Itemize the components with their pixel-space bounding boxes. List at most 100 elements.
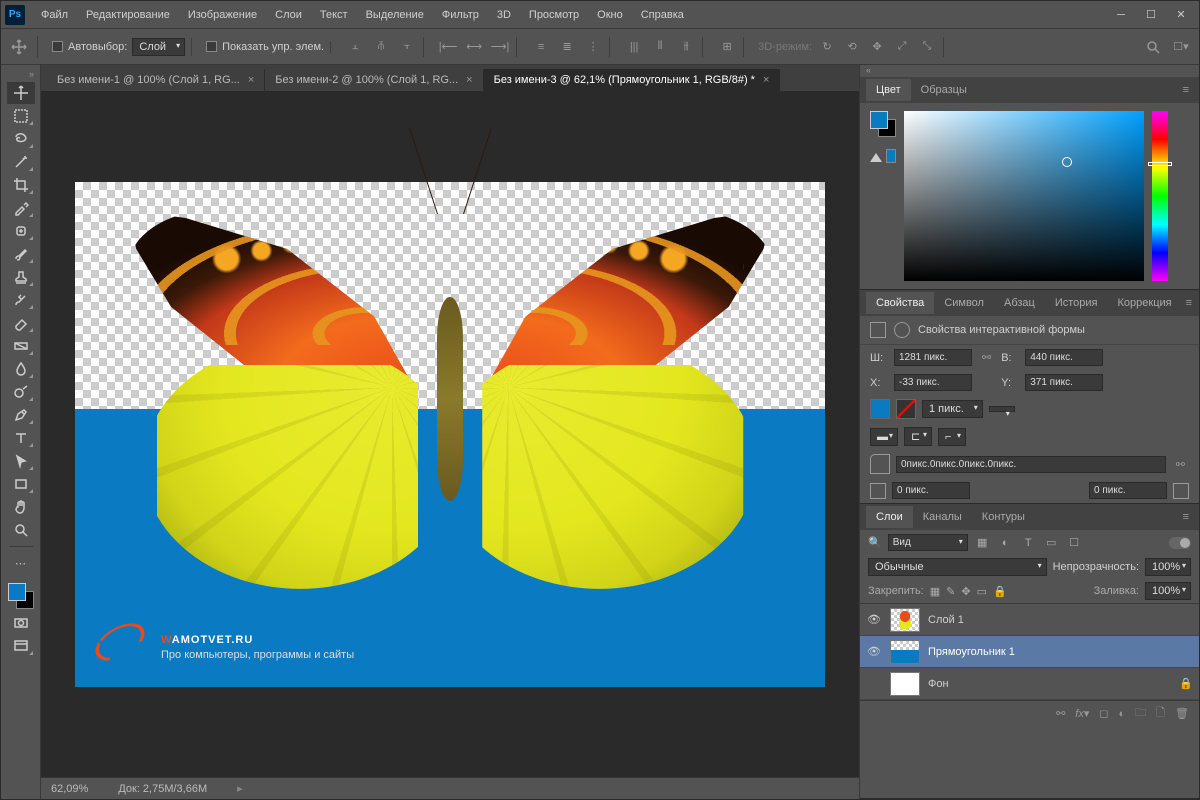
panel-tab[interactable]: Каналы xyxy=(913,506,972,528)
blend-mode-dropdown[interactable]: Обычные xyxy=(868,558,1047,576)
panel-tab[interactable]: Образцы xyxy=(911,79,977,101)
hand-tool[interactable] xyxy=(7,496,35,518)
hue-slider[interactable] xyxy=(1152,111,1168,281)
quick-mask-icon[interactable] xyxy=(7,612,35,634)
panel-tab[interactable]: Цвет xyxy=(866,79,911,101)
auto-select-checkbox[interactable] xyxy=(52,41,63,52)
type-tool[interactable] xyxy=(7,427,35,449)
layers-panel-menu-icon[interactable]: ≡ xyxy=(1179,511,1193,523)
close-tab-icon[interactable]: × xyxy=(466,74,472,86)
brush-tool[interactable] xyxy=(7,243,35,265)
status-doc-size[interactable]: Док: 2,75M/3,66M xyxy=(118,783,207,795)
path-select-tool[interactable] xyxy=(7,450,35,472)
stroke-caps-dropdown[interactable]: ⊏ xyxy=(904,427,932,446)
lock-position-icon[interactable]: ✥ xyxy=(961,585,970,598)
color-panel-menu-icon[interactable]: ≡ xyxy=(1179,84,1193,96)
rectangle-tool[interactable] xyxy=(7,473,35,495)
corner-tl-input[interactable] xyxy=(892,482,970,499)
lock-pixels-icon[interactable]: ▦ xyxy=(930,585,940,598)
panel-tab[interactable]: История xyxy=(1045,292,1108,314)
auto-align-icon[interactable]: ⊞ xyxy=(717,37,737,57)
search-icon[interactable] xyxy=(1143,37,1163,57)
layer-row[interactable]: Фон🔒 xyxy=(860,668,1199,700)
panel-tab[interactable]: Абзац xyxy=(994,292,1045,314)
link-layers-icon[interactable]: ⚯ xyxy=(1056,707,1065,720)
new-layer-icon[interactable]: 🗋 xyxy=(1156,704,1165,723)
3d-pan-icon[interactable]: ✥ xyxy=(867,37,887,57)
color-picker[interactable] xyxy=(904,111,1144,281)
3d-roll-icon[interactable]: ⟲ xyxy=(842,37,862,57)
close-tab-icon[interactable]: × xyxy=(248,74,254,86)
maximize-button[interactable]: ☐ xyxy=(1137,6,1165,24)
expand-toolbox-icon[interactable]: » xyxy=(1,69,40,81)
auto-select-dropdown[interactable]: Слой xyxy=(132,38,185,56)
fill-input[interactable]: 100% xyxy=(1145,582,1191,600)
menu-справка[interactable]: Справка xyxy=(633,5,692,25)
canvas-area[interactable]: WAMOTVET.RU Про компьютеры, программы и … xyxy=(41,91,859,777)
eraser-tool[interactable] xyxy=(7,312,35,334)
zoom-tool[interactable] xyxy=(7,519,35,541)
align-vcenter-icon[interactable]: ⫚ xyxy=(371,37,391,57)
visibility-icon[interactable]: 👁 xyxy=(866,613,882,626)
stroke-color-swatch[interactable] xyxy=(896,399,916,419)
fg-color-swatch[interactable] xyxy=(8,583,26,601)
layer-fx-icon[interactable]: fx▾ xyxy=(1075,707,1089,720)
corner-radius-input[interactable] xyxy=(896,456,1166,473)
filter-smart-icon[interactable]: ☐ xyxy=(1066,534,1083,551)
pen-tool[interactable] xyxy=(7,404,35,426)
menu-фильтр[interactable]: Фильтр xyxy=(434,5,487,25)
menu-просмотр[interactable]: Просмотр xyxy=(521,5,587,25)
stamp-tool[interactable] xyxy=(7,266,35,288)
stroke-corners-dropdown[interactable]: ⌐ xyxy=(938,428,966,446)
layer-row[interactable]: 👁Слой 1 xyxy=(860,604,1199,636)
panel-tab[interactable]: Коррекция xyxy=(1108,292,1182,314)
props-panel-menu-icon[interactable]: ≡ xyxy=(1182,297,1196,309)
panel-tab[interactable]: Свойства xyxy=(866,292,934,314)
filter-pixel-icon[interactable]: ▦ xyxy=(974,534,991,551)
link-wh-icon[interactable]: ⚯ xyxy=(978,351,995,364)
eyedropper-tool[interactable] xyxy=(7,197,35,219)
filter-adjust-icon[interactable]: ◐ xyxy=(997,534,1014,551)
opacity-input[interactable]: 100% xyxy=(1145,558,1191,576)
canvas[interactable]: WAMOTVET.RU Про компьютеры, программы и … xyxy=(75,182,825,687)
document-tab[interactable]: Без имени-3 @ 62,1% (Прямоугольник 1, RG… xyxy=(484,69,781,91)
layer-filter-dropdown[interactable]: Вид xyxy=(888,534,968,551)
stroke-width-dropdown[interactable]: 1 пикс. xyxy=(922,400,983,418)
menu-текст[interactable]: Текст xyxy=(312,5,356,25)
prop-x-input[interactable] xyxy=(894,374,972,391)
distribute-5-icon[interactable]: ⫴ xyxy=(650,37,670,57)
workspace-dropdown-icon[interactable]: ☐▾ xyxy=(1171,37,1191,57)
stroke-align-dropdown[interactable]: ▬ xyxy=(870,428,898,446)
menu-выделение[interactable]: Выделение xyxy=(358,5,432,25)
prop-height-input[interactable] xyxy=(1025,349,1103,366)
minimize-button[interactable]: ─ xyxy=(1107,6,1135,24)
layer-row[interactable]: 👁Прямоугольник 1 xyxy=(860,636,1199,668)
align-right-icon[interactable]: ⟶| xyxy=(490,37,510,57)
menu-файл[interactable]: Файл xyxy=(33,5,76,25)
collapse-panels-icon[interactable]: « xyxy=(860,65,1199,77)
align-left-icon[interactable]: |⟵ xyxy=(438,37,458,57)
delete-layer-icon[interactable]: 🗑 xyxy=(1175,707,1189,720)
prop-y-input[interactable] xyxy=(1025,374,1103,391)
document-tab[interactable]: Без имени-2 @ 100% (Слой 1, RG...× xyxy=(265,69,483,91)
gradient-tool[interactable] xyxy=(7,335,35,357)
menu-редактирование[interactable]: Редактирование xyxy=(78,5,178,25)
align-top-icon[interactable]: ⫠ xyxy=(345,37,365,57)
menu-изображение[interactable]: Изображение xyxy=(180,5,265,25)
healing-tool[interactable] xyxy=(7,220,35,242)
menu-слои[interactable]: Слои xyxy=(267,5,310,25)
distribute-3-icon[interactable]: ⋮ xyxy=(583,37,603,57)
gamut-color-swatch[interactable] xyxy=(886,149,896,163)
history-brush-tool[interactable] xyxy=(7,289,35,311)
layer-mask-icon[interactable]: ◻ xyxy=(1099,707,1108,720)
3d-slide-icon[interactable]: ⤢ xyxy=(892,37,912,57)
group-icon[interactable]: 🗀 xyxy=(1135,704,1146,723)
screen-mode-icon[interactable] xyxy=(7,635,35,657)
menu-окно[interactable]: Окно xyxy=(589,5,631,25)
filter-type-icon[interactable]: T xyxy=(1020,534,1037,551)
lasso-tool[interactable] xyxy=(7,128,35,150)
prop-width-input[interactable] xyxy=(894,349,972,366)
gamut-warning-icon[interactable] xyxy=(870,147,882,162)
corner-tr-input[interactable] xyxy=(1089,482,1167,499)
visibility-icon[interactable]: 👁 xyxy=(866,645,882,658)
